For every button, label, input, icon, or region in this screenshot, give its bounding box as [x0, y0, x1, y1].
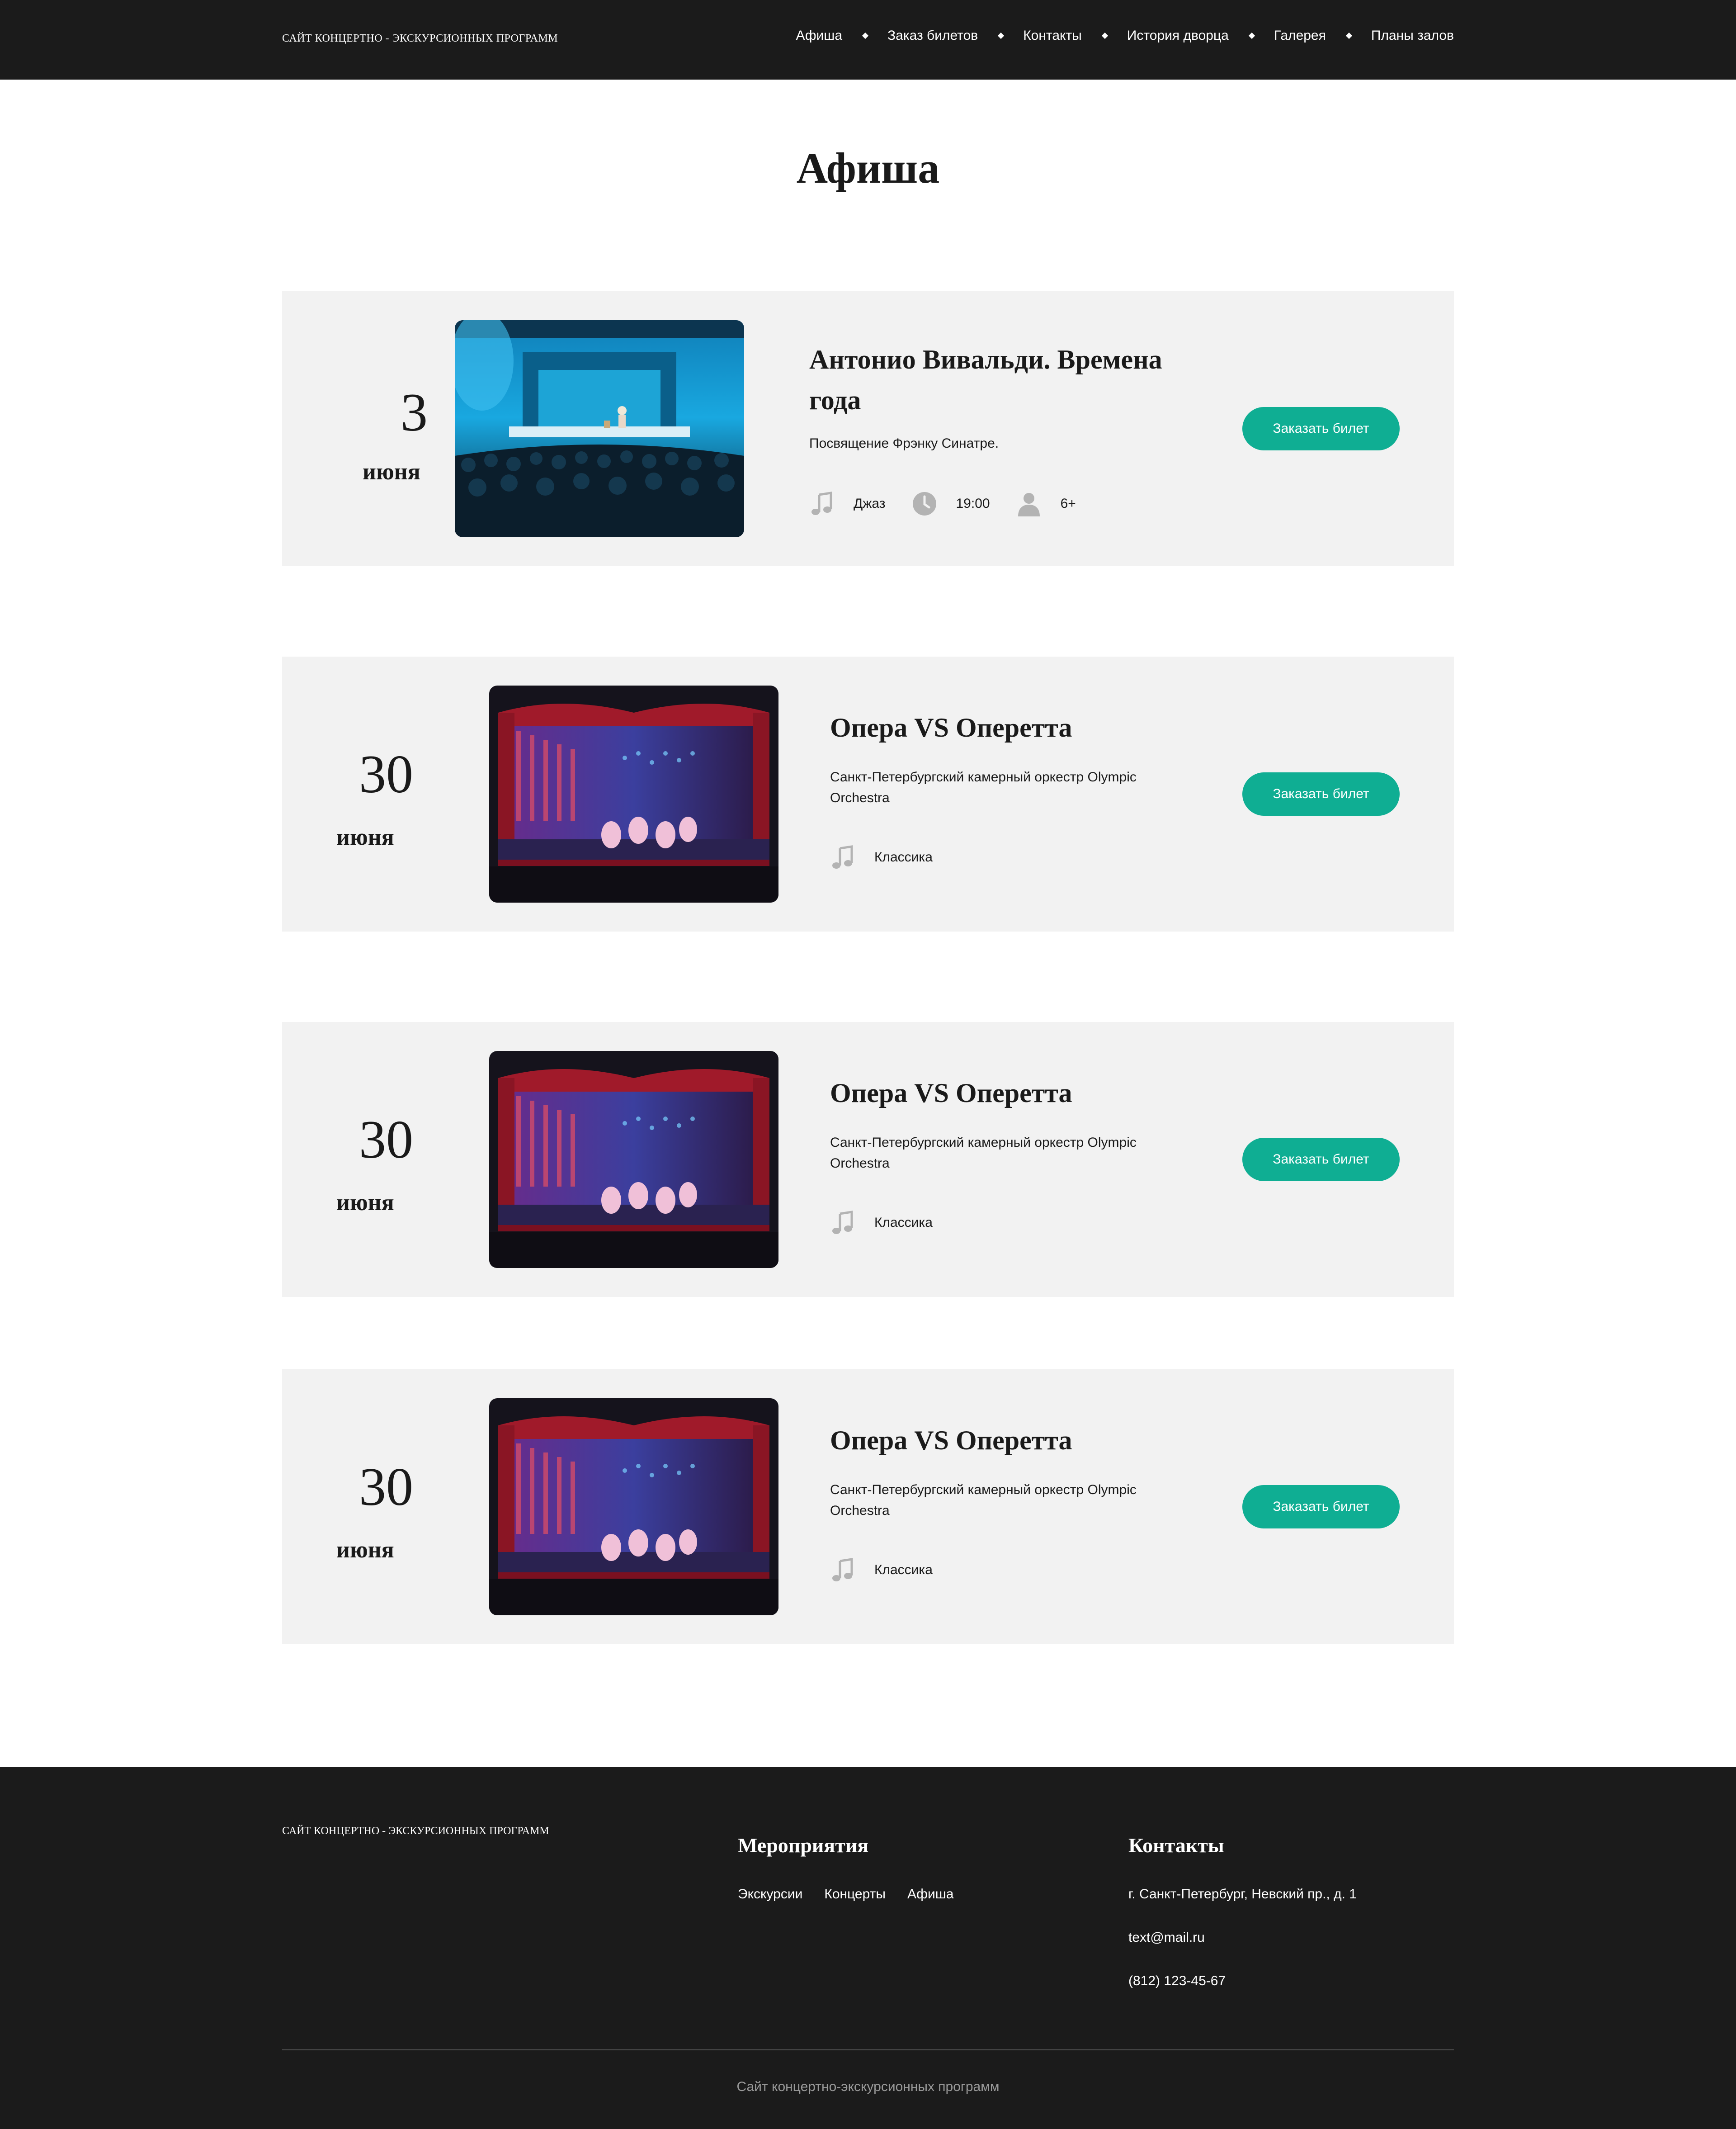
site-footer: Сайт концертно - экскурсионных программ …	[0, 1767, 1736, 2129]
event-meta: Классика	[830, 1210, 959, 1235]
event-card: 30 июня Опера VS Оперетта Санкт-Петербур…	[282, 1369, 1454, 1644]
nav-item-contacts[interactable]: Контакты	[1023, 28, 1082, 43]
nav-item-afisha[interactable]: Афиша	[796, 28, 842, 43]
event-description: Санкт-Петербургский камерный оркестр Oly…	[830, 1135, 1137, 1171]
diamond-icon	[1101, 32, 1108, 39]
footer-phone[interactable]: (812) 123-45-67	[1128, 1973, 1226, 1989]
event-title[interactable]: Опера VS Оперетта	[830, 1073, 1192, 1113]
event-genre: Джаз	[854, 496, 886, 511]
event-title[interactable]: Антонио Вивальди. Времена года	[809, 339, 1198, 421]
diamond-icon	[998, 32, 1005, 39]
event-month: июня	[336, 1190, 394, 1216]
event-meta: Классика	[830, 845, 959, 870]
event-image[interactable]	[455, 320, 744, 537]
event-month: июня	[336, 1537, 394, 1563]
event-card: 3 июня Антонио Вивальди. Времена года По…	[282, 291, 1454, 566]
event-day: 30	[359, 1457, 413, 1517]
footer-divider	[282, 2049, 1454, 2050]
clock-icon	[912, 491, 937, 516]
site-logo[interactable]: Сайт концертно - экскурсионных программ	[282, 33, 558, 45]
music-note-icon	[830, 1210, 855, 1235]
book-ticket-button[interactable]: Заказать билет	[1242, 1138, 1400, 1181]
event-title[interactable]: Опера VS Оперетта	[830, 707, 1192, 748]
music-note-icon	[809, 491, 835, 516]
music-note-icon	[830, 1557, 855, 1583]
nav-item-hall-plans[interactable]: Планы залов	[1371, 28, 1454, 43]
footer-events-links: Экскурсии Концерты Афиша	[738, 1887, 954, 1902]
person-icon	[1016, 491, 1042, 516]
event-image[interactable]	[489, 1051, 778, 1268]
footer-copyright: Сайт концертно-экскурсионных программ	[736, 2079, 1000, 2094]
event-description: Санкт-Петербургский камерный оркестр Oly…	[830, 770, 1137, 805]
event-genre: Классика	[874, 1215, 933, 1230]
book-ticket-button[interactable]: Заказать билет	[1242, 1485, 1400, 1528]
footer-link-excursions[interactable]: Экскурсии	[738, 1887, 802, 1902]
event-genre: Классика	[874, 1562, 933, 1577]
footer-link-concerts[interactable]: Концерты	[824, 1887, 886, 1902]
event-meta: Джаз 19:00 6+	[809, 491, 1102, 516]
event-card: 30 июня Опера VS Оперетта Санкт-Петербур…	[282, 657, 1454, 932]
diamond-icon	[1345, 32, 1352, 39]
footer-address: г. Санкт-Петербург, Невский пр., д. 1	[1128, 1887, 1357, 1902]
event-month: июня	[363, 459, 420, 485]
footer-logo[interactable]: Сайт концертно - экскурсионных программ	[282, 1825, 549, 1837]
page-title: Афиша	[796, 144, 940, 192]
event-meta: Классика	[830, 1557, 959, 1583]
event-day: 3	[401, 382, 428, 442]
site-header: Сайт концертно - экскурсионных программ …	[0, 0, 1736, 80]
footer-events-heading: Мероприятия	[738, 1834, 869, 1857]
main-nav: Афиша Заказ билетов Контакты История дво…	[796, 28, 1454, 43]
event-day: 30	[359, 744, 413, 804]
footer-email[interactable]: text@mail.ru	[1128, 1930, 1205, 1945]
event-image[interactable]	[489, 686, 778, 903]
event-card: 30 июня Опера VS Оперетта Санкт-Петербур…	[282, 1022, 1454, 1297]
nav-item-history[interactable]: История дворца	[1127, 28, 1229, 43]
book-ticket-button[interactable]: Заказать билет	[1242, 772, 1400, 816]
music-note-icon	[830, 845, 855, 870]
event-title[interactable]: Опера VS Оперетта	[830, 1420, 1192, 1461]
diamond-icon	[1248, 32, 1255, 39]
diamond-icon	[862, 32, 869, 39]
footer-link-afisha[interactable]: Афиша	[907, 1887, 954, 1902]
event-image[interactable]	[489, 1398, 778, 1615]
event-month: июня	[336, 824, 394, 850]
event-genre: Классика	[874, 850, 933, 865]
nav-item-tickets[interactable]: Заказ билетов	[887, 28, 978, 43]
event-age: 6+	[1060, 496, 1076, 511]
event-day: 30	[359, 1109, 413, 1169]
event-description: Посвящение Фрэнку Синатре.	[809, 436, 999, 451]
book-ticket-button[interactable]: Заказать билет	[1242, 407, 1400, 450]
footer-contacts-heading: Контакты	[1128, 1834, 1224, 1857]
event-description: Санкт-Петербургский камерный оркестр Oly…	[830, 1482, 1137, 1518]
event-time: 19:00	[956, 496, 990, 511]
nav-item-gallery[interactable]: Галерея	[1274, 28, 1326, 43]
